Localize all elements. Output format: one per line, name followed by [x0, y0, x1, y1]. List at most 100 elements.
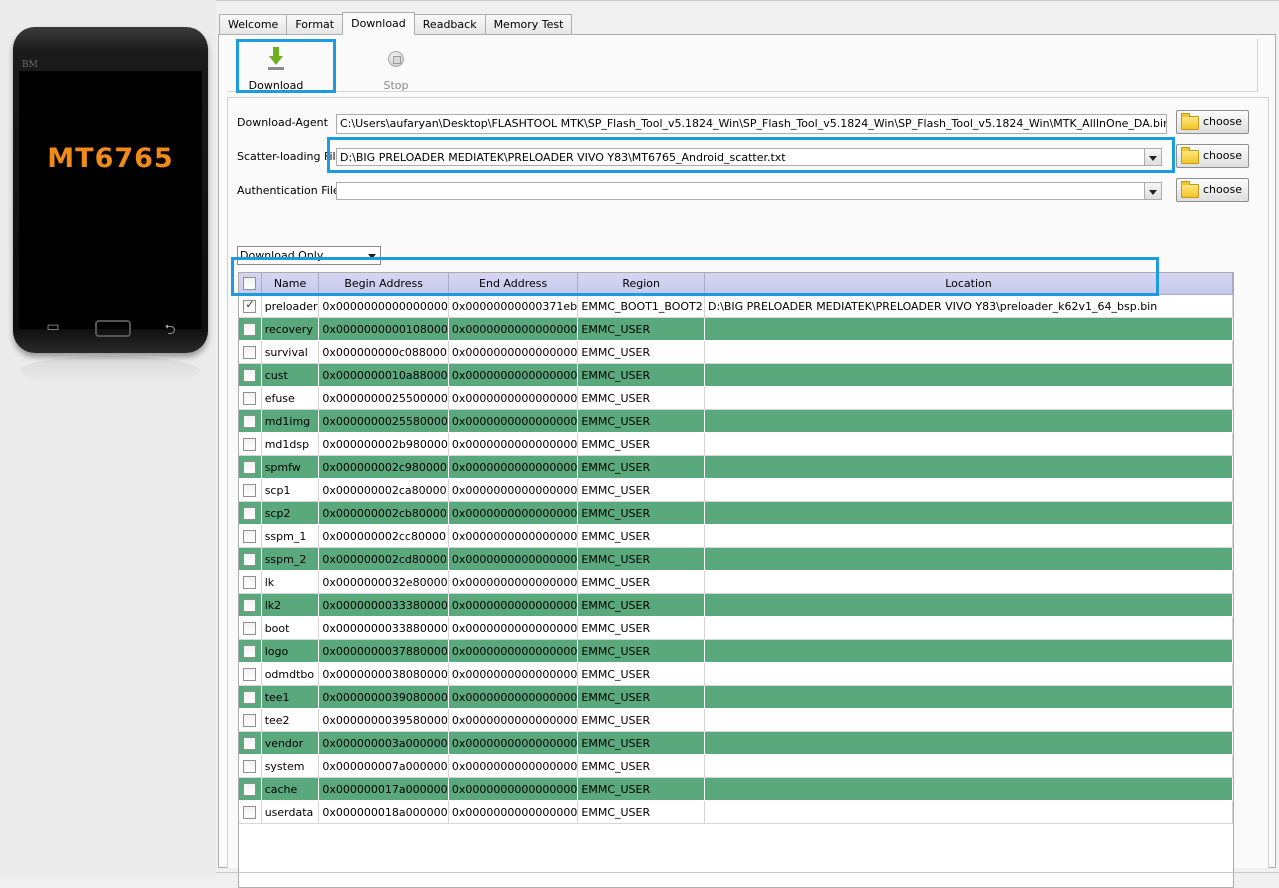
row-checkbox-cell[interactable]: [239, 616, 262, 640]
row-checkbox-cell[interactable]: [239, 662, 262, 686]
location-cell[interactable]: [704, 708, 1233, 732]
partition-checkbox[interactable]: [243, 460, 257, 474]
partition-checkbox[interactable]: [243, 345, 257, 359]
column-header-end-address[interactable]: End Address: [448, 273, 579, 295]
table-row[interactable]: cust 0x0000000010a88000 0x0000000000000000…: [239, 363, 1233, 387]
location-cell[interactable]: [704, 524, 1233, 548]
location-cell[interactable]: [704, 363, 1233, 387]
tab-memory-test[interactable]: Memory Test: [484, 14, 573, 34]
location-cell[interactable]: [704, 547, 1233, 571]
table-row[interactable]: scp2 0x000000002cb80000 0x0000000000000000…: [239, 501, 1233, 525]
row-checkbox-cell[interactable]: [239, 386, 262, 410]
row-checkbox-cell[interactable]: [239, 501, 262, 525]
table-row[interactable]: vendor 0x000000003a000000 0x00000000000000…: [239, 731, 1233, 755]
tab-welcome[interactable]: Welcome: [219, 14, 288, 34]
location-cell[interactable]: [704, 685, 1233, 709]
row-checkbox-cell[interactable]: [239, 294, 262, 318]
auth-file-combo[interactable]: [336, 182, 1162, 200]
row-checkbox-cell[interactable]: [239, 800, 262, 824]
location-cell[interactable]: [704, 662, 1233, 686]
row-checkbox-cell[interactable]: [239, 363, 262, 387]
choose-download-agent-button[interactable]: choose: [1176, 110, 1249, 134]
location-cell[interactable]: [704, 731, 1233, 755]
location-cell[interactable]: [704, 754, 1233, 778]
table-row[interactable]: md1dsp 0x000000002b980000 0x00000000000000…: [239, 432, 1233, 456]
row-checkbox-cell[interactable]: [239, 547, 262, 571]
partition-checkbox[interactable]: [243, 391, 257, 405]
tab-format[interactable]: Format: [286, 14, 344, 34]
partition-checkbox[interactable]: [243, 736, 257, 750]
location-cell[interactable]: [704, 340, 1233, 364]
select-all-header[interactable]: [239, 273, 262, 295]
table-row[interactable]: tee1 0x0000000039080000 0x0000000000000000…: [239, 685, 1233, 709]
partition-checkbox[interactable]: [243, 690, 257, 704]
location-cell[interactable]: [704, 800, 1233, 824]
location-cell[interactable]: [704, 639, 1233, 663]
row-checkbox-cell[interactable]: [239, 478, 262, 502]
location-cell[interactable]: [704, 455, 1233, 479]
partition-checkbox[interactable]: [243, 667, 257, 681]
row-checkbox-cell[interactable]: [239, 593, 262, 617]
row-checkbox-cell[interactable]: [239, 777, 262, 801]
row-checkbox-cell[interactable]: [239, 409, 262, 433]
tab-download[interactable]: Download: [342, 12, 415, 35]
location-cell[interactable]: [704, 777, 1233, 801]
row-checkbox-cell[interactable]: [239, 639, 262, 663]
download-agent-field[interactable]: C:\Users\aufaryan\Desktop\FLASHTOOL MTK\…: [336, 114, 1167, 134]
row-checkbox-cell[interactable]: [239, 708, 262, 732]
location-cell[interactable]: [704, 478, 1233, 502]
chevron-down-icon[interactable]: [1144, 149, 1161, 165]
table-row[interactable]: tee2 0x0000000039580000 0x0000000000000000…: [239, 708, 1233, 732]
row-checkbox-cell[interactable]: [239, 340, 262, 364]
partition-checkbox[interactable]: [243, 506, 257, 520]
location-cell[interactable]: [704, 570, 1233, 594]
table-row[interactable]: cache 0x000000017a000000 0x000000000000000…: [239, 777, 1233, 801]
location-cell[interactable]: [704, 432, 1233, 456]
row-checkbox-cell[interactable]: [239, 317, 262, 341]
row-checkbox-cell[interactable]: [239, 685, 262, 709]
select-all-checkbox[interactable]: [243, 277, 257, 291]
table-row[interactable]: md1img 0x0000000025580000 0x00000000000000…: [239, 409, 1233, 433]
table-row[interactable]: scp1 0x000000002ca80000 0x0000000000000000…: [239, 478, 1233, 502]
table-row[interactable]: lk 0x0000000032e80000 0x0000000000000000 EM…: [239, 570, 1233, 594]
choose-auth-button[interactable]: choose: [1176, 178, 1249, 202]
column-header-location[interactable]: Location: [704, 273, 1233, 295]
scatter-file-combo[interactable]: D:\BIG PRELOADER MEDIATEK\PRELOADER VIVO…: [336, 148, 1162, 166]
location-cell[interactable]: [704, 616, 1233, 640]
partition-checkbox[interactable]: [243, 644, 257, 658]
table-row[interactable]: lk2 0x0000000033380000 0x0000000000000000 E…: [239, 593, 1233, 617]
partition-checkbox[interactable]: [243, 552, 257, 566]
row-checkbox-cell[interactable]: [239, 731, 262, 755]
location-cell[interactable]: [704, 386, 1233, 410]
partition-checkbox[interactable]: [243, 782, 257, 796]
table-row[interactable]: survival 0x000000000c088000 0x000000000000…: [239, 340, 1233, 364]
partition-checkbox[interactable]: [243, 575, 257, 589]
table-row[interactable]: spmfw 0x000000002c980000 0x000000000000000…: [239, 455, 1233, 479]
row-checkbox-cell[interactable]: [239, 754, 262, 778]
partition-checkbox[interactable]: [243, 621, 257, 635]
row-checkbox-cell[interactable]: [239, 570, 262, 594]
partition-checkbox[interactable]: [243, 414, 257, 428]
download-mode-select[interactable]: Download Only: [237, 246, 381, 265]
partition-checkbox[interactable]: [243, 368, 257, 382]
partition-checkbox[interactable]: [243, 713, 257, 727]
table-row[interactable]: recovery 0x0000000000108000 0x000000000000…: [239, 317, 1233, 341]
table-row[interactable]: system 0x000000007a000000 0x00000000000000…: [239, 754, 1233, 778]
location-cell[interactable]: [704, 593, 1233, 617]
partition-checkbox[interactable]: [243, 483, 257, 497]
stop-button[interactable]: Stop: [361, 45, 431, 92]
location-cell[interactable]: [704, 409, 1233, 433]
row-checkbox-cell[interactable]: [239, 432, 262, 456]
column-header-region[interactable]: Region: [577, 273, 705, 295]
location-cell[interactable]: [704, 501, 1233, 525]
partition-checkbox[interactable]: [243, 805, 257, 819]
partition-checkbox[interactable]: [243, 529, 257, 543]
table-row[interactable]: efuse 0x0000000025500000 0x000000000000000…: [239, 386, 1233, 410]
partition-checkbox[interactable]: [243, 322, 257, 336]
table-row[interactable]: userdata 0x000000018a000000 0x000000000000…: [239, 800, 1233, 824]
partition-checkbox[interactable]: [243, 759, 257, 773]
table-row[interactable]: logo 0x0000000037880000 0x0000000000000000…: [239, 639, 1233, 663]
row-checkbox-cell[interactable]: [239, 455, 262, 479]
partition-checkbox[interactable]: [243, 437, 257, 451]
row-checkbox-cell[interactable]: [239, 524, 262, 548]
